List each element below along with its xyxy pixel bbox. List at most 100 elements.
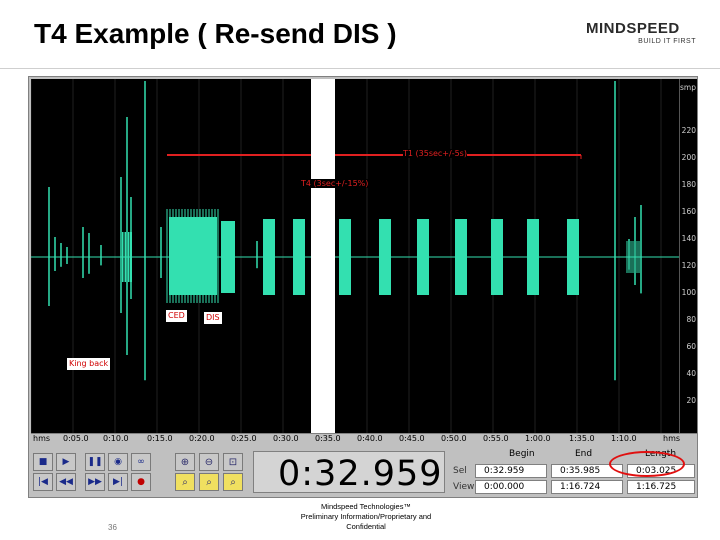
amp-tick: 180 [681, 180, 696, 189]
selection-region[interactable] [311, 79, 335, 433]
zoom-full-icon: ⊡ [228, 456, 238, 468]
view-row-label: View [453, 482, 475, 492]
king-back-label: King back [67, 358, 111, 370]
length-highlight-circle [609, 451, 685, 477]
view-length-field[interactable]: 1:16.725 [627, 480, 695, 494]
zoom-out-icon: ⊖ [204, 456, 214, 468]
waveform-display[interactable] [31, 79, 679, 433]
amp-tick: 160 [681, 207, 696, 216]
dis-burst [417, 219, 429, 295]
record-icon: ● [137, 477, 145, 487]
amplitude-scale: smp 220 200 180 160 140 120 100 80 60 40… [679, 79, 697, 433]
footer-line: Mindspeed Technologies™ [321, 502, 411, 511]
amp-tick: 100 [681, 288, 696, 297]
amp-tick: 120 [681, 261, 696, 270]
loop-button[interactable]: ∞ [131, 453, 151, 471]
go-to-start-button[interactable]: |◀ [33, 473, 53, 491]
zoom-out-button[interactable]: ⊖ [199, 453, 219, 471]
go-to-end-icon: ▶| [113, 477, 123, 487]
time-tick: 1:35.0 [569, 434, 595, 443]
logo-name: MINDSPEED [586, 20, 680, 37]
zoom-selection-button[interactable]: ⌕ [175, 473, 195, 491]
dis-burst [455, 219, 467, 295]
pause-button[interactable]: ❚❚ [85, 453, 105, 471]
current-time: 0:32.959 [278, 454, 443, 494]
dis-burst [379, 219, 391, 295]
fast-forward-button[interactable]: ▶▶ [85, 473, 105, 491]
amp-tick: 60 [686, 342, 696, 351]
footer-line: Confidential [346, 522, 386, 531]
footer-line: Preliminary Information/Proprietary and [300, 512, 432, 521]
go-to-start-icon: |◀ [38, 477, 48, 487]
go-to-end-button[interactable]: ▶| [108, 473, 128, 491]
ced-label: CED [166, 310, 187, 322]
play-button[interactable]: ▶ [56, 453, 76, 471]
time-tick: 0:15.0 [147, 434, 173, 443]
begin-header: Begin [509, 449, 535, 459]
rewind-button[interactable]: ◀◀ [56, 473, 76, 491]
time-tick: 0:10.0 [103, 434, 129, 443]
record-button[interactable]: ● [131, 473, 151, 491]
time-tick: 0:05.0 [63, 434, 89, 443]
sel-begin-field[interactable]: 0:32.959 [475, 464, 547, 478]
dis-label: DIS [204, 312, 222, 324]
play-to-end-button[interactable]: ◉ [108, 453, 128, 471]
amp-tick: 40 [686, 369, 696, 378]
loop-icon: ∞ [137, 457, 145, 467]
time-tick: 0:25.0 [231, 434, 257, 443]
zoom-in-icon: ⊕ [180, 456, 190, 468]
time-tick: 1:10.0 [611, 434, 637, 443]
t4-timer-label: T4 (3sec+/-15%) [301, 179, 369, 188]
dis-burst [491, 219, 503, 295]
play-icon: ▶ [62, 457, 70, 467]
play-to-end-icon: ◉ [114, 457, 122, 467]
stop-button[interactable]: ■ [33, 453, 53, 471]
time-tick: 0:35.0 [315, 434, 341, 443]
page-number: 36 [108, 523, 117, 532]
zoom-full-button[interactable]: ⊡ [223, 453, 243, 471]
amp-tick: 20 [686, 396, 696, 405]
zoom-vertical-in-icon: ⌕ [206, 476, 212, 488]
t1-timer-label: T1 (35sec+/-5s) [403, 149, 467, 158]
audio-editor-window: smp 220 200 180 160 140 120 100 80 60 40… [28, 76, 698, 498]
dis-block [221, 221, 235, 293]
time-tick: 1:00.0 [525, 434, 551, 443]
view-end-field[interactable]: 1:16.724 [551, 480, 623, 494]
zoom-out-vertical-button[interactable]: ⌕ [223, 473, 243, 491]
time-display: 0:32.959 [253, 451, 445, 494]
fast-forward-icon: ▶▶ [88, 477, 102, 487]
view-begin-field[interactable]: 0:00.000 [475, 480, 547, 494]
time-tick: 0:30.0 [273, 434, 299, 443]
zoom-selection-icon: ⌕ [182, 476, 188, 488]
time-ruler[interactable]: hms 0:05.0 0:10.0 0:15.0 0:20.0 0:25.0 0… [31, 433, 697, 445]
end-header: End [575, 449, 593, 459]
dis-burst [567, 219, 579, 295]
time-tick: hms [663, 434, 681, 443]
slide-title: T4 Example ( Re-send DIS ) [34, 18, 397, 49]
zoom-in-button[interactable]: ⊕ [175, 453, 195, 471]
title-divider [0, 68, 720, 69]
time-tick: 0:45.0 [399, 434, 425, 443]
time-tick: 0:20.0 [189, 434, 215, 443]
time-tick: 0:55.0 [483, 434, 509, 443]
dis-burst [263, 219, 275, 295]
mindspeed-logo: MINDSPEED BUILD IT FIRST [586, 20, 696, 54]
sel-row-label: Sel [453, 466, 467, 476]
zoom-vertical-out-icon: ⌕ [230, 476, 236, 488]
rewind-icon: ◀◀ [59, 477, 73, 487]
zoom-in-vertical-button[interactable]: ⌕ [199, 473, 219, 491]
amp-tick: 140 [681, 234, 696, 243]
pause-icon: ❚❚ [87, 457, 103, 467]
dis-burst [339, 219, 351, 295]
time-tick: 0:50.0 [441, 434, 467, 443]
dis-burst [293, 219, 305, 295]
amp-tick: 220 [681, 126, 696, 135]
logo-tagline: BUILD IT FIRST [638, 38, 696, 45]
dis-burst [527, 219, 539, 295]
amp-unit: smp [680, 83, 696, 92]
amp-tick: 80 [686, 315, 696, 324]
stop-icon: ■ [38, 457, 48, 467]
time-tick: 0:40.0 [357, 434, 383, 443]
footer-text: Mindspeed Technologies™ Preliminary Info… [286, 502, 446, 532]
amp-tick: 200 [681, 153, 696, 162]
